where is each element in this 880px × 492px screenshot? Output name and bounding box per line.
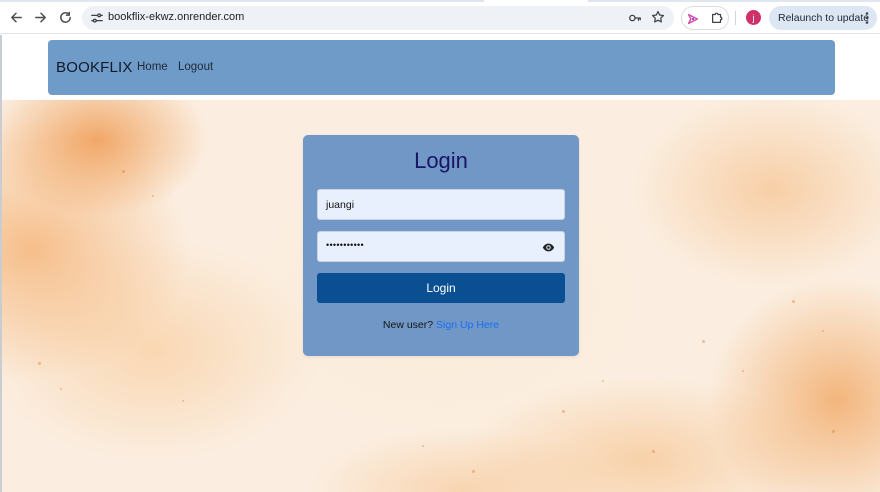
login-submit-button[interactable]: Login xyxy=(317,273,565,303)
login-title: Login xyxy=(414,148,468,173)
browser-toolbar: bookflix-ekwz.onrender.com j Relaunch to… xyxy=(0,0,880,34)
site-settings-icon[interactable] xyxy=(90,11,104,25)
extensions-puzzle-icon[interactable] xyxy=(710,11,724,25)
signup-link[interactable]: Sign Up Here xyxy=(436,319,499,331)
gemini-icon[interactable] xyxy=(686,12,700,26)
address-bar[interactable]: bookflix-ekwz.onrender.com xyxy=(82,6,674,30)
toolbar-separator xyxy=(735,11,736,25)
signup-prompt-text: New user? xyxy=(382,319,434,331)
bookmark-star-icon[interactable] xyxy=(651,10,665,24)
brand-logo[interactable]: BOOKFLIX xyxy=(56,59,133,76)
show-password-eye-icon[interactable] xyxy=(542,241,555,254)
relaunch-label: Relaunch to update xyxy=(778,12,870,24)
kebab-menu-icon[interactable] xyxy=(863,11,871,25)
login-card: Login juangi ••••••••••• Login New user?… xyxy=(303,135,579,356)
signup-prompt: New user? Sign Up Here xyxy=(303,319,579,331)
login-button-label: Login xyxy=(426,281,456,295)
back-arrow-icon[interactable] xyxy=(7,8,25,26)
forward-arrow-icon[interactable] xyxy=(31,8,49,26)
password-key-icon[interactable] xyxy=(628,11,642,25)
username-value: juangi xyxy=(326,199,355,211)
site-navbar: BOOKFLIX Home Logout xyxy=(48,40,835,95)
profile-avatar[interactable]: j xyxy=(746,10,761,25)
nav-link-home[interactable]: Home xyxy=(137,61,168,73)
password-field[interactable]: ••••••••••• xyxy=(317,231,565,262)
reload-icon[interactable] xyxy=(56,8,74,26)
nav-link-logout[interactable]: Logout xyxy=(178,61,213,73)
avatar-initial: j xyxy=(752,12,755,23)
url-text[interactable]: bookflix-ekwz.onrender.com xyxy=(108,11,244,23)
password-value: ••••••••••• xyxy=(326,240,364,250)
tab-strip-edge xyxy=(0,0,880,2)
extensions-group xyxy=(681,6,729,30)
relaunch-button[interactable]: Relaunch to update xyxy=(769,6,877,30)
username-field[interactable]: juangi xyxy=(317,189,565,220)
